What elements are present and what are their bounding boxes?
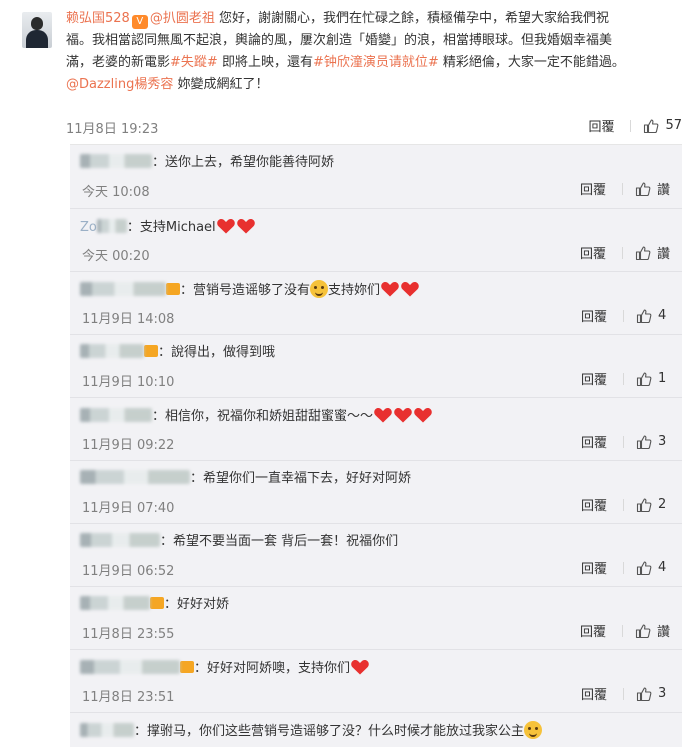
reply-timestamp: 今天 10:08 xyxy=(82,185,150,200)
heart-icon xyxy=(374,407,392,423)
member-badge-icon xyxy=(166,283,180,295)
blurred-username xyxy=(80,596,150,610)
reply-button[interactable]: 回覆 xyxy=(581,306,607,325)
reply-button[interactable]: 回覆 xyxy=(580,179,606,198)
mention-link[interactable]: @Dazzling楊秀容 xyxy=(66,77,173,92)
replies-panel: ：送你上去，希望你能善待阿娇 今天 10:08 回覆 讚 Zo ：支持Michae… xyxy=(70,144,682,747)
username-fragment: Zo xyxy=(80,220,97,235)
reply-timestamp: 11月9日 14:08 xyxy=(82,312,175,327)
like-count: 讚 xyxy=(656,183,670,198)
comment-actions: 回覆 57 xyxy=(588,116,682,135)
emoji-icon xyxy=(524,721,543,739)
thumbs-up-icon[interactable] xyxy=(636,497,652,513)
reply-timestamp: 11月8日 23:51 xyxy=(82,690,175,705)
reply-timestamp: 11月9日 10:10 xyxy=(82,375,175,390)
like-count: 1 xyxy=(658,371,667,386)
reply-item: ：說得出，做得到哦 11月9日 10:10 回覆 1 xyxy=(70,334,682,397)
emoji-icon xyxy=(310,280,329,298)
thumbs-up-icon[interactable] xyxy=(635,245,651,261)
reply-button[interactable]: 回覆 xyxy=(581,432,607,451)
like-count: 57 xyxy=(665,118,682,133)
reply-to-link[interactable]: @扒圆老祖 xyxy=(150,11,215,26)
reply-item: Zo ：支持Michael 今天 00:20 回覆 讚 xyxy=(70,208,682,271)
thumbs-up-icon[interactable] xyxy=(643,118,659,134)
reply-item: ：撑驸马，你们这些营销号造谣够了没？什么时候才能放过我家公主 xyxy=(70,712,682,747)
reply-actions: 回覆 讚 xyxy=(580,243,670,262)
like-count: 4 xyxy=(658,560,667,575)
heart-icon xyxy=(401,281,419,297)
blurred-username xyxy=(80,660,180,674)
reply-button[interactable]: 回覆 xyxy=(581,369,607,388)
avatar[interactable] xyxy=(22,12,52,48)
thumbs-up-icon[interactable] xyxy=(636,434,652,450)
blurred-username xyxy=(80,470,190,484)
reply-actions: 回覆 3 xyxy=(581,432,670,451)
reply-actions: 回覆 讚 xyxy=(580,621,670,640)
reply-actions: 回覆 2 xyxy=(581,495,670,514)
username-link[interactable]: 赖弘国528 xyxy=(66,11,130,26)
reply-item: ：希望你们一直幸福下去，好好对阿娇 11月9日 07:40 回覆 2 xyxy=(70,460,682,523)
like-count: 3 xyxy=(658,686,667,701)
topic-tag-link[interactable]: #失蹤# xyxy=(170,55,218,70)
heart-icon xyxy=(414,407,432,423)
reply-button[interactable]: 回覆 xyxy=(581,495,607,514)
reply-actions: 回覆 4 xyxy=(581,558,670,577)
blurred-username xyxy=(80,533,160,547)
reply-actions: 回覆 1 xyxy=(581,369,670,388)
thumbs-up-icon[interactable] xyxy=(636,371,652,387)
reply-actions: 回覆 3 xyxy=(581,684,670,703)
heart-icon xyxy=(351,659,369,675)
thumbs-up-icon[interactable] xyxy=(636,686,652,702)
reply-actions: 回覆 4 xyxy=(581,306,670,325)
reply-item: ：好好对阿娇噢，支持你们 11月8日 23:51 回覆 3 xyxy=(70,649,682,712)
reply-item: ：好好对娇 11月8日 23:55 回覆 讚 xyxy=(70,586,682,649)
member-badge-icon xyxy=(150,597,164,609)
reply-timestamp: 11月9日 07:40 xyxy=(82,501,175,516)
reply-button[interactable]: 回覆 xyxy=(588,116,614,135)
reply-timestamp: 11月9日 06:52 xyxy=(82,564,175,579)
heart-icon xyxy=(381,281,399,297)
reply-button[interactable]: 回覆 xyxy=(580,243,606,262)
blurred-username xyxy=(96,219,127,233)
heart-icon xyxy=(216,218,235,234)
thumbs-up-icon[interactable] xyxy=(636,560,652,576)
vip-badge-icon: V xyxy=(131,15,148,29)
blurred-username xyxy=(80,408,152,422)
like-count: 2 xyxy=(658,497,667,512)
blurred-username xyxy=(80,344,144,358)
like-count: 3 xyxy=(658,434,667,449)
reply-button[interactable]: 回覆 xyxy=(580,621,606,640)
reply-button[interactable]: 回覆 xyxy=(581,684,607,703)
reply-timestamp: 11月8日 23:55 xyxy=(82,627,175,642)
comment-timestamp: 11月8日 19:23 xyxy=(66,122,159,137)
like-count: 讚 xyxy=(656,625,670,640)
reply-button[interactable]: 回覆 xyxy=(581,558,607,577)
reply-timestamp: 11月9日 09:22 xyxy=(82,438,175,453)
thumbs-up-icon[interactable] xyxy=(635,623,651,639)
heart-icon xyxy=(236,218,255,234)
blurred-username xyxy=(80,282,166,296)
heart-icon xyxy=(394,407,412,423)
blurred-username xyxy=(80,723,134,737)
reply-item: ：营销号造谣够了没有 支持妳们 11月9日 14:08 回覆 4 xyxy=(70,271,682,334)
topic-tag-link[interactable]: #钟欣潼演员请就位# xyxy=(313,55,439,70)
main-comment: 赖弘国528 V @扒圆老祖 您好，謝謝關心，我們在忙碌之餘，積極備孕中，希望大家給… xyxy=(0,0,686,140)
member-badge-icon xyxy=(180,661,194,673)
reply-item: ：希望不要当面一套 背后一套！祝福你们 11月9日 06:52 回覆 4 xyxy=(70,523,682,586)
like-count: 4 xyxy=(658,308,667,323)
reply-actions: 回覆 讚 xyxy=(580,179,670,198)
like-count: 讚 xyxy=(656,247,670,262)
main-comment-text: 赖弘国528 V @扒圆老祖 您好，謝謝關心，我們在忙碌之餘，積極備孕中，希望大家給… xyxy=(66,11,625,92)
thumbs-up-icon[interactable] xyxy=(636,308,652,324)
member-badge-icon xyxy=(144,345,158,357)
reply-timestamp: 今天 00:20 xyxy=(82,249,150,264)
blurred-username xyxy=(80,154,152,168)
reply-item: ：相信你，祝福你和娇姐甜甜蜜蜜～～ 11月9日 09:22 回覆 3 xyxy=(70,397,682,460)
thumbs-up-icon[interactable] xyxy=(635,181,651,197)
reply-item: ：送你上去，希望你能善待阿娇 今天 10:08 回覆 讚 xyxy=(80,154,670,200)
divider xyxy=(630,119,632,132)
